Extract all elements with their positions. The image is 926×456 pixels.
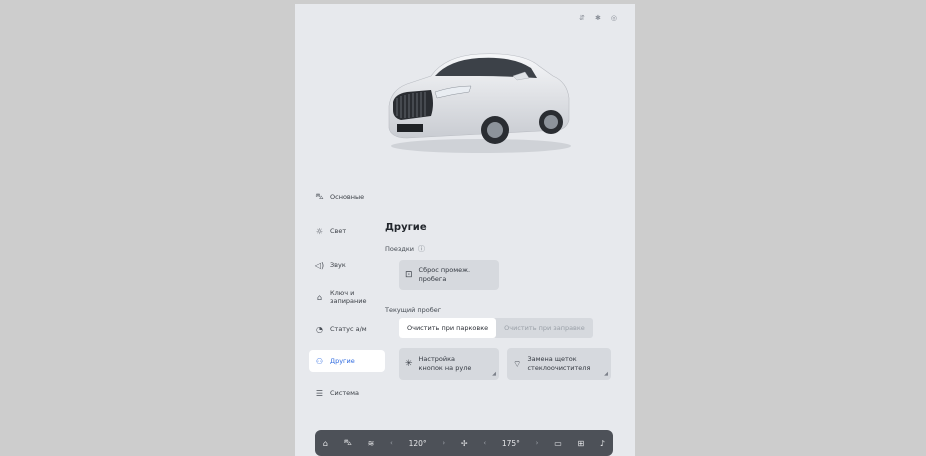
settings-screen: ⇵ ✱ ◎ ⛍ Основные ☼ Свет ◁) Звук ⌂ Ключ и… — [295, 4, 635, 456]
wiper-replace-label: Замена щеток стеклоочистителя — [527, 355, 591, 372]
sidebar-item-label: Свет — [330, 227, 347, 235]
bluetooth-icon: ✱ — [595, 14, 601, 22]
sidebar-item-label: Статус а/м — [330, 325, 367, 333]
reset-icon: ⊡ — [405, 270, 413, 280]
steering-buttons-label: Настройка кнопок на руле — [418, 355, 472, 372]
status-bar: ⇵ ✱ ◎ — [579, 14, 617, 23]
sidebar-item-label: Другие — [330, 357, 355, 365]
car-wrench-icon: ⚇ — [315, 356, 324, 366]
left-temperature: 120° — [408, 438, 427, 448]
sync-icon: ⇵ — [579, 14, 586, 22]
climate-icon[interactable]: ≋ — [368, 439, 375, 448]
right-temp-decrease-icon[interactable]: ‹ — [483, 439, 486, 447]
steering-buttons-setting[interactable]: ✳ Настройка кнопок на руле ◢ — [399, 348, 499, 380]
sidebar-item-other[interactable]: ⚇ Другие — [309, 350, 385, 372]
reset-trip-button[interactable]: ⊡ Сброс промеж. пробега — [399, 260, 499, 290]
clear-on-parking-option[interactable]: Очистить при парковке — [399, 318, 497, 338]
reset-trip-label: Сброс промеж. пробега — [418, 266, 471, 283]
music-icon[interactable]: ♪ — [600, 439, 605, 448]
sun-icon: ☼ — [315, 226, 324, 236]
location-icon: ◎ — [610, 14, 617, 22]
right-temperature: 175° — [501, 438, 520, 448]
current-mileage-label: Текущий пробег — [385, 306, 442, 314]
right-temp-increase-icon[interactable]: › — [536, 439, 539, 447]
steering-wheel-icon: ✳ — [405, 359, 413, 369]
sidebar-item-label: Ключ и запирание — [330, 289, 367, 305]
sidebar-item-label: Звук — [330, 261, 346, 269]
sidebar-item-label: Основные — [330, 193, 365, 201]
sidebar-item-car-status[interactable]: ◔ Статус а/м — [309, 320, 389, 338]
car-icon[interactable]: ⛍ — [344, 438, 352, 448]
clear-on-refuel-option[interactable]: Очистить при заправке — [496, 318, 593, 338]
car-icon: ⛍ — [315, 192, 324, 201]
speaker-icon: ◁) — [314, 260, 325, 270]
info-icon[interactable]: ⓘ — [418, 244, 425, 254]
wiper-icon: ⌔ — [513, 359, 522, 370]
mileage-reset-toggle: Очистить при парковке Очистить при запра… — [399, 318, 593, 338]
left-temp-increase-icon[interactable]: › — [442, 439, 445, 447]
corner-arrow-icon: ◢ — [492, 371, 496, 377]
fan-icon[interactable]: ✢ — [461, 439, 468, 448]
car-image — [388, 53, 571, 153]
corner-arrow-icon: ◢ — [604, 371, 608, 377]
page-title: Другие — [385, 222, 427, 233]
sidebar-item-sound[interactable]: ◁) Звук — [309, 256, 389, 274]
lock-car-icon: ⌂ — [316, 292, 323, 302]
sidebar-item-light[interactable]: ☼ Свет — [309, 222, 389, 240]
left-temp-decrease-icon[interactable]: ‹ — [390, 439, 393, 447]
media-icon[interactable]: ▭ — [554, 439, 562, 448]
sidebar-item-key-lock[interactable]: ⌂ Ключ и запирание — [309, 284, 389, 310]
bottom-dock: ⌂ ⛍ ≋ ‹ 120° › ✢ ‹ 175° › ▭ ⊞ ♪ — [315, 430, 613, 456]
sliders-icon: ☰ — [315, 388, 324, 398]
sidebar-item-basic[interactable]: ⛍ Основные — [309, 188, 389, 206]
home-icon[interactable]: ⌂ — [323, 439, 328, 448]
trips-row: Поездки ⓘ — [385, 244, 425, 254]
sidebar-item-label: Система — [330, 389, 360, 397]
apps-icon[interactable]: ⊞ — [577, 439, 584, 448]
sidebar-item-system[interactable]: ☰ Система — [309, 384, 389, 402]
trips-label: Поездки — [385, 245, 414, 253]
wiper-replace-setting[interactable]: ⌔ Замена щеток стеклоочистителя ◢ — [507, 348, 611, 380]
gauge-icon: ◔ — [316, 324, 323, 334]
